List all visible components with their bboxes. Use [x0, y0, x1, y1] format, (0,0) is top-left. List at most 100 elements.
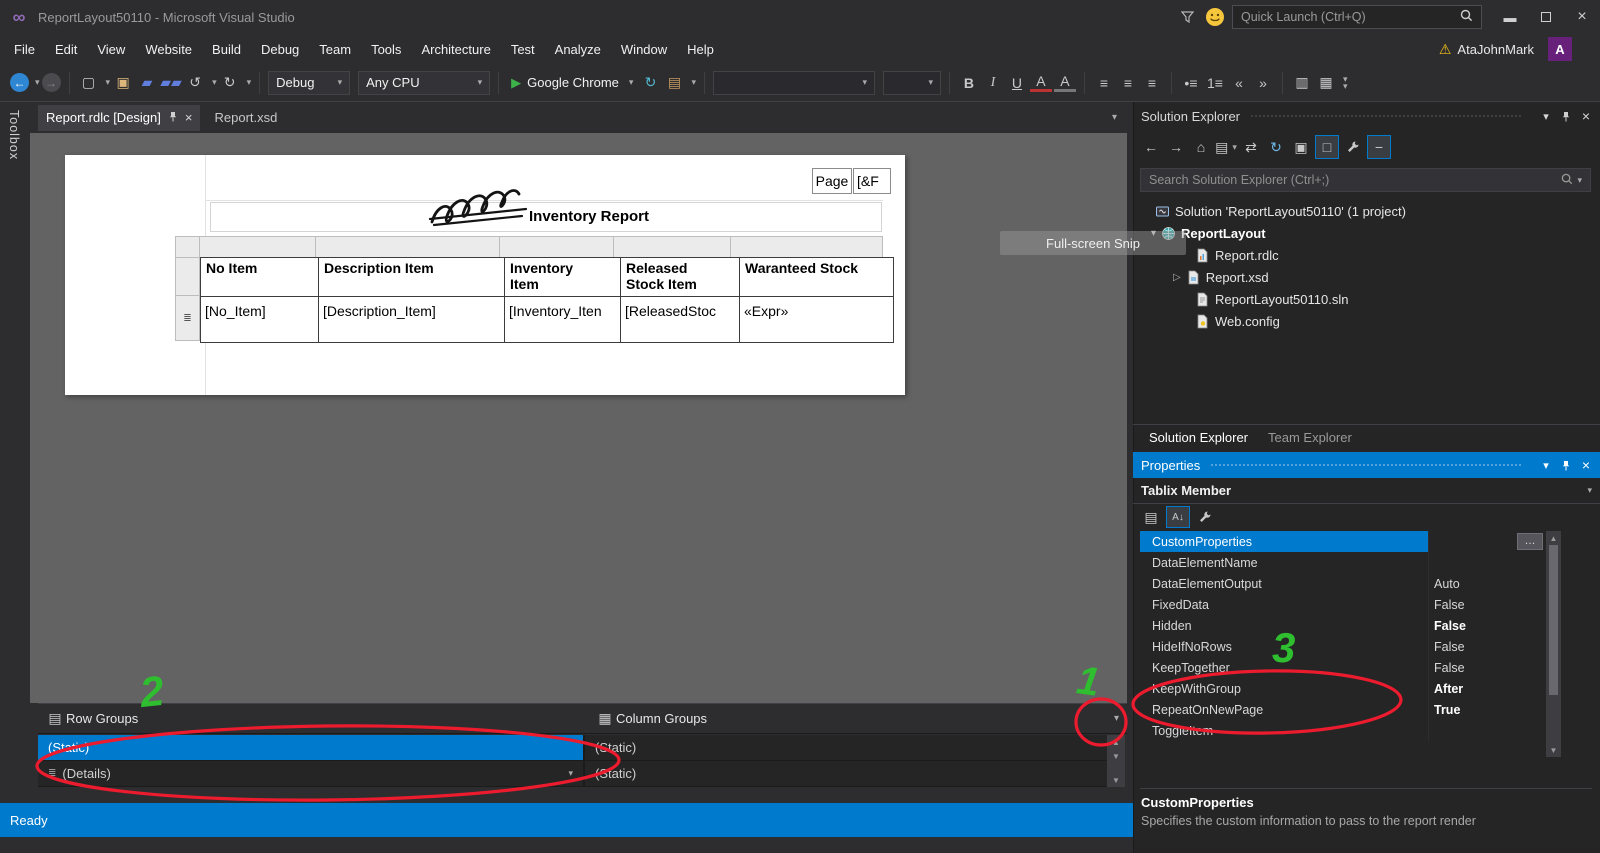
tablix-column-handle[interactable]: [499, 235, 614, 258]
property-value[interactable]: [1428, 552, 1546, 573]
toolbox-tab[interactable]: Toolbox: [7, 110, 21, 160]
alphabetical-sort-icon[interactable]: A↓: [1166, 506, 1190, 528]
account-button[interactable]: ⚠ AtaJohnMark: [1439, 41, 1534, 58]
row-group-static[interactable]: (Static): [38, 735, 583, 761]
property-name[interactable]: DataElementOutput: [1140, 573, 1428, 594]
maximize-button[interactable]: [1528, 3, 1564, 31]
property-name[interactable]: FixedData: [1140, 594, 1428, 615]
preview-selected-items-icon[interactable]: □: [1315, 135, 1339, 159]
property-row-dataelementoutput[interactable]: DataElementOutput Auto: [1140, 573, 1546, 594]
pin-icon[interactable]: [1556, 106, 1576, 126]
property-value[interactable]: False: [1428, 594, 1546, 615]
solution-configuration-select[interactable]: Debug ▾: [268, 70, 351, 95]
report-title-textbox[interactable]: Inventory Report: [210, 202, 882, 232]
bullet-list-icon[interactable]: •≡: [1180, 72, 1202, 94]
show-all-files-icon[interactable]: ▣: [1290, 136, 1312, 158]
redo-dropdown-icon[interactable]: ▾: [247, 77, 252, 88]
property-pages-wrench-icon[interactable]: [1194, 506, 1216, 528]
numbered-list-icon[interactable]: 1≡: [1204, 72, 1226, 94]
align-left-icon[interactable]: ≡: [1093, 72, 1115, 94]
object-select-dropdown-icon[interactable]: ▾: [1587, 485, 1592, 496]
minimize-button[interactable]: ▬: [1492, 3, 1528, 31]
properties-titlebar[interactable]: Properties ▾ ×: [1133, 452, 1600, 478]
header-cell[interactable]: Inventory Item: [505, 258, 620, 296]
avatar[interactable]: A: [1548, 37, 1572, 61]
tree-item-web-config[interactable]: Web.config: [1133, 310, 1598, 332]
data-cell[interactable]: «Expr»: [740, 297, 893, 342]
tablix-column-handle[interactable]: [315, 235, 500, 258]
collapse-all-icon[interactable]: −: [1367, 135, 1391, 159]
background-color-icon[interactable]: A: [1053, 73, 1076, 92]
attach-debugger-icon[interactable]: ▤: [663, 72, 685, 94]
drag-handle[interactable]: [1210, 462, 1522, 468]
data-cell[interactable]: [No_Item]: [201, 297, 318, 342]
document-list-dropdown-icon[interactable]: ▾: [1112, 112, 1117, 123]
menu-window[interactable]: Window: [611, 37, 677, 62]
tree-item-report-xsd[interactable]: ▷ Report.xsd: [1133, 266, 1598, 288]
close-tab-icon[interactable]: ×: [185, 110, 193, 125]
new-project-dropdown-icon[interactable]: ▾: [106, 77, 111, 88]
open-file-icon[interactable]: ▣: [112, 72, 134, 94]
property-grid-scrollbar[interactable]: ▲ ▼: [1546, 531, 1561, 757]
property-row-hideifnorows[interactable]: HideIfNoRows False: [1140, 636, 1546, 657]
menu-edit[interactable]: Edit: [45, 37, 87, 62]
tablix-row-handles[interactable]: ≣: [175, 257, 200, 341]
property-name[interactable]: KeepWithGroup: [1140, 678, 1428, 699]
feedback-smiley-icon[interactable]: [1204, 6, 1226, 28]
close-panel-icon[interactable]: ×: [1576, 455, 1596, 475]
navigate-forward-icon[interactable]: →: [41, 73, 61, 92]
property-row-customproperties[interactable]: CustomProperties …: [1140, 531, 1546, 552]
solution-explorer-search-input[interactable]: Search Solution Explorer (Ctrl+;) ▾: [1140, 168, 1591, 192]
tab-report-rdlc-design[interactable]: Report.rdlc [Design] ×: [38, 104, 201, 131]
property-value[interactable]: True: [1428, 699, 1546, 720]
property-name[interactable]: CustomProperties: [1140, 531, 1428, 552]
menu-analyze[interactable]: Analyze: [545, 37, 611, 62]
solution-platform-select[interactable]: Any CPU ▾: [358, 70, 491, 95]
textbox-page[interactable]: Page: [812, 168, 852, 194]
property-row-repeatonnewpage[interactable]: RepeatOnNewPage True: [1140, 699, 1546, 720]
row-group-details[interactable]: ≣ (Details) ▾: [38, 761, 583, 787]
start-debug-button[interactable]: ▶ Google Chrome ▾: [507, 75, 637, 91]
tablix-column-handles[interactable]: [175, 235, 883, 258]
design-surface[interactable]: Page [&F Inventory Report ≣ No Item Desc…: [30, 133, 1127, 703]
tablix-row-handle-details[interactable]: ≣: [175, 295, 200, 341]
property-row-hidden[interactable]: Hidden False: [1140, 615, 1546, 636]
tree-item-project-reportlayout[interactable]: ▾ ReportLayout: [1133, 222, 1598, 244]
header-cell[interactable]: Released Stock Item: [621, 258, 739, 296]
close-panel-icon[interactable]: ×: [1576, 106, 1596, 126]
tree-item-sln-file[interactable]: ReportLayout50110.sln: [1133, 288, 1598, 310]
undo-icon[interactable]: ↺: [184, 72, 206, 94]
property-name[interactable]: HideIfNoRows: [1140, 636, 1428, 657]
property-row-toggleitem[interactable]: ToggleItem: [1140, 720, 1546, 741]
scroll-down-icon[interactable]: ▼: [1107, 773, 1125, 787]
data-cell[interactable]: [Description_Item]: [319, 297, 504, 342]
grouping-pane-dropdown-icon[interactable]: ▾: [1114, 713, 1119, 724]
underline-icon[interactable]: U: [1006, 72, 1028, 94]
report-page[interactable]: Page [&F Inventory Report ≣ No Item Desc…: [65, 155, 905, 395]
window-position-dropdown-icon[interactable]: ▾: [1536, 106, 1556, 126]
property-value[interactable]: Auto: [1428, 573, 1546, 594]
scrollbar-thumb[interactable]: [1549, 545, 1558, 695]
tab-report-xsd[interactable]: Report.xsd: [200, 110, 291, 125]
save-icon[interactable]: ▰: [136, 72, 158, 94]
menu-test[interactable]: Test: [501, 37, 545, 62]
column-group-static-1[interactable]: (Static): [585, 735, 1107, 761]
properties-object-select[interactable]: Tablix Member ▾: [1133, 478, 1600, 504]
menu-file[interactable]: File: [4, 37, 45, 62]
property-name[interactable]: DataElementName: [1140, 552, 1428, 573]
data-cell[interactable]: [Inventory_Iten: [505, 297, 620, 342]
property-name[interactable]: ToggleItem: [1140, 720, 1428, 741]
search-options-dropdown-icon[interactable]: ▾: [1577, 175, 1582, 186]
tab-solution-explorer[interactable]: Solution Explorer: [1139, 425, 1258, 450]
sync-with-active-document-icon[interactable]: ⇄: [1240, 136, 1262, 158]
header-cell[interactable]: Waranteed Stock: [740, 258, 893, 296]
property-value[interactable]: After: [1428, 678, 1546, 699]
save-all-icon[interactable]: ▰▰: [160, 72, 182, 94]
property-name[interactable]: RepeatOnNewPage: [1140, 699, 1428, 720]
scroll-up-icon[interactable]: ▲: [1107, 735, 1125, 749]
new-project-icon[interactable]: ▢: [78, 72, 100, 94]
tablix-column-handle[interactable]: [199, 235, 316, 258]
ellipsis-button[interactable]: …: [1517, 533, 1543, 550]
header-cell[interactable]: Description Item: [319, 258, 504, 296]
menu-website[interactable]: Website: [135, 37, 202, 62]
